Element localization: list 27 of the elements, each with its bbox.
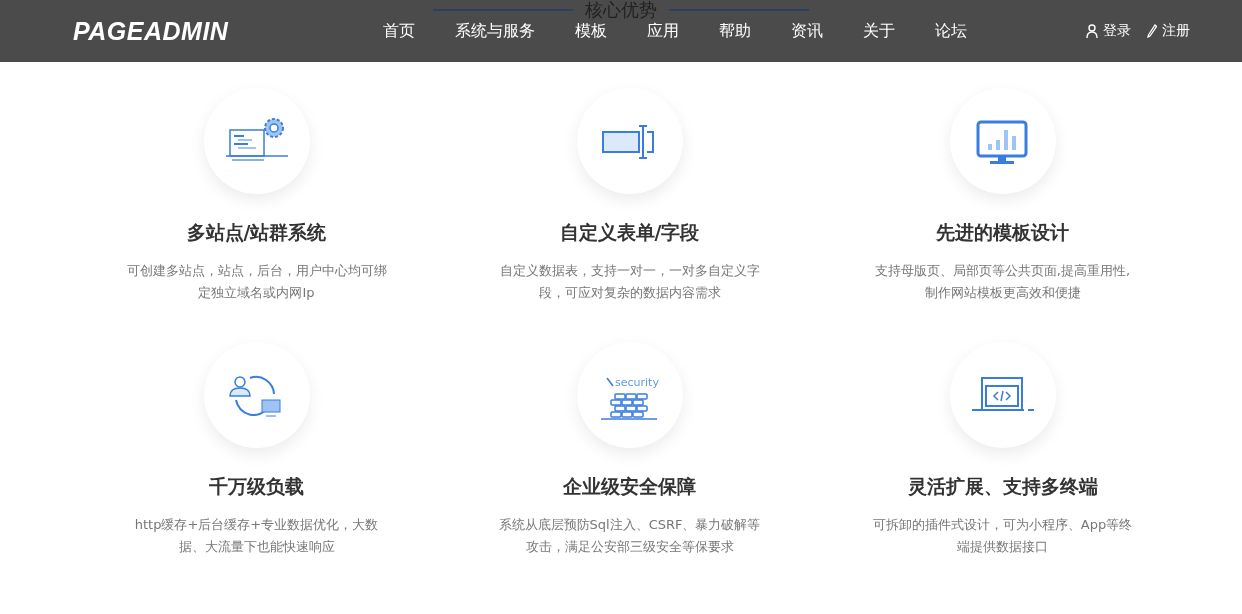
nav-item[interactable]: 模板 (555, 20, 627, 42)
security-label: security (614, 376, 659, 389)
feature-description: http缓存+后台缓存+专业数据优化，大数据、大流量下也能快速响应 (133, 516, 380, 556)
feature-title: 自定义表单/字段 (559, 220, 700, 245)
nav-item[interactable]: 应用 (627, 20, 699, 42)
nav-item[interactable]: 帮助 (699, 20, 771, 42)
feature-description: 可创建多站点，站点，后台，用户中心均可绑定独立域名或内网Ip (125, 262, 388, 302)
feature-title: 先进的模板设计 (936, 220, 1069, 245)
feature-description: 自定义数据表，支持一对一，一对多自定义字段，可应对复杂的数据内容需求 (498, 262, 761, 302)
nav-item[interactable]: 论坛 (915, 20, 987, 42)
logo[interactable]: PAGEADMIN (73, 16, 363, 46)
user-icon (1086, 24, 1098, 38)
register-link[interactable]: 注册 (1147, 22, 1190, 40)
nav-item[interactable]: 首页 (363, 20, 435, 42)
feature-description: 可拆卸的插件式设计，可为小程序、App等终端提供数据接口 (871, 516, 1134, 556)
feature-description: 支持母版页、局部页等公共页面,提高重用性,制作网站模板更高效和便捷 (873, 262, 1132, 302)
nav-item[interactable]: 关于 (843, 20, 915, 42)
feature-title: 多站点/站群系统 (186, 220, 327, 245)
feature-description: 系统从底层预防Sql注入、CSRF、暴力破解等攻击，满足公安部三级安全等保要求 (497, 516, 762, 556)
pencil-icon (1147, 24, 1157, 38)
feature-title: 千万级负载 (209, 474, 304, 499)
login-link[interactable]: 登录 (1086, 22, 1131, 40)
nav-item[interactable]: 系统与服务 (435, 20, 555, 42)
nav-item[interactable]: 资讯 (771, 20, 843, 42)
feature-title: 企业级安全保障 (563, 474, 696, 499)
brick-wall-icon (599, 377, 658, 420)
feature-title: 灵活扩展、支持多终端 (907, 474, 1098, 499)
